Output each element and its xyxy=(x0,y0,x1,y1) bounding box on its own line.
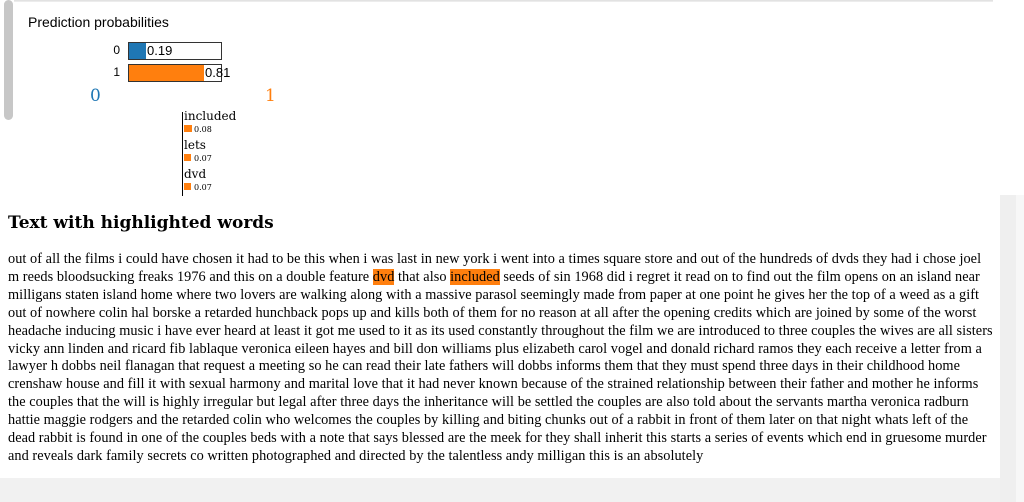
prediction-probabilities-title: Prediction probabilities xyxy=(28,14,169,30)
probability-class-index: 1 xyxy=(113,65,120,79)
right-edge xyxy=(1016,195,1024,502)
feature-word: lets xyxy=(184,138,206,152)
feature-bar xyxy=(184,154,191,161)
right-gutter xyxy=(993,0,1024,195)
feature-weight: 0.07 xyxy=(194,154,212,163)
probability-value: 0.81 xyxy=(205,65,231,80)
probability-bar-fill xyxy=(129,43,146,59)
vertical-scrollbar-thumb[interactable] xyxy=(4,0,13,120)
probability-class-index: 0 xyxy=(113,43,120,57)
highlighted-word: included xyxy=(450,268,500,285)
class-label-left: 0 xyxy=(90,86,101,106)
feature-weight: 0.08 xyxy=(194,125,212,134)
probability-bar-fill xyxy=(129,65,204,81)
right-scrollbar-track[interactable] xyxy=(1000,195,1016,502)
highlighted-word: dvd xyxy=(372,268,395,285)
probability-row-1: 1 0.81 xyxy=(100,64,260,82)
feature-weights: included 0.08 lets 0.07 dvd 0.07 xyxy=(182,110,262,196)
highlighted-text-heading: Text with highlighted words xyxy=(8,213,274,233)
feature-bar xyxy=(184,125,192,132)
feature-item: lets 0.07 xyxy=(184,139,254,168)
feature-axis xyxy=(182,112,183,196)
horizontal-scrollbar-track[interactable] xyxy=(0,478,1000,502)
probability-row-0: 0 0.19 xyxy=(100,42,260,60)
probability-bar-frame xyxy=(128,42,222,60)
feature-bar xyxy=(184,183,191,190)
feature-item: included 0.08 xyxy=(184,110,254,139)
probability-value: 0.19 xyxy=(147,43,173,58)
text-segment: that also xyxy=(394,268,451,285)
feature-word: dvd xyxy=(184,167,207,181)
feature-weight: 0.07 xyxy=(194,183,212,192)
text-segment: seeds of sin 1968 did i regret it read o… xyxy=(8,268,993,464)
feature-item: dvd 0.07 xyxy=(184,168,254,197)
class-label-right: 1 xyxy=(265,86,276,106)
highlighted-text-body: out of all the films i could have chosen… xyxy=(8,251,993,478)
feature-word: included xyxy=(184,109,237,123)
